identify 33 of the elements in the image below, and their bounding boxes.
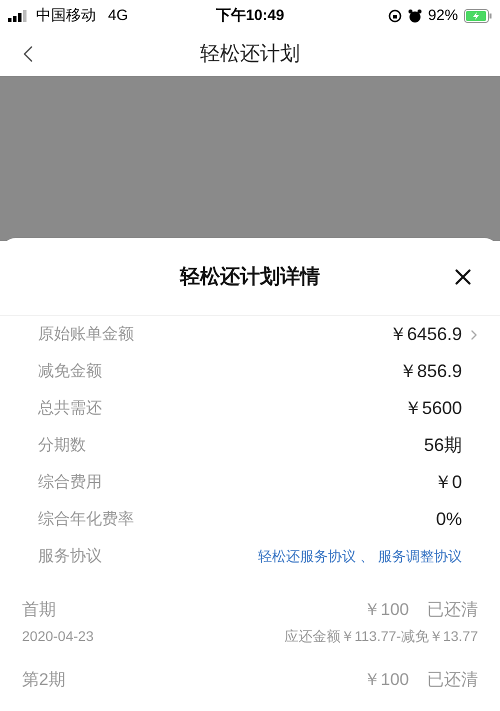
installment-status: 已还清 [427, 599, 478, 622]
detail-label: 分期数 [38, 436, 86, 456]
installment-amount: ￥100 [364, 599, 409, 622]
sheet-title: 轻松还计划详情 [180, 264, 320, 290]
installment-detail: 应还金额￥113.77-减免￥13.77 [284, 626, 478, 646]
clock: 下午10:49 [216, 6, 284, 26]
installment-date: 2020-04-23 [22, 626, 94, 646]
detail-value: 56期 [424, 434, 462, 457]
installment-label: 第2期 [22, 669, 66, 692]
detail-label: 减免金额 [38, 362, 102, 382]
agreement-link[interactable]: 轻松还服务协议 [258, 546, 356, 567]
agreement-link[interactable]: 服务调整协议 [378, 546, 462, 567]
battery-percent: 92% [428, 6, 458, 26]
battery-icon [464, 9, 492, 23]
rotation-lock-icon [388, 9, 402, 23]
page-title: 轻松还计划 [200, 42, 300, 67]
detail-value: ￥856.9 [398, 360, 462, 383]
detail-value: ￥5600 [404, 397, 462, 420]
detail-value: ￥6456.9 [388, 323, 462, 346]
separator-text: 、 [360, 547, 374, 566]
detail-label: 原始账单金额 [38, 324, 134, 344]
detail-label: 服务协议 [38, 546, 102, 566]
carrier-name: 中国移动 [36, 6, 96, 26]
detail-label: 总共需还 [38, 398, 102, 418]
detail-value: 0% [436, 508, 462, 531]
installment-status: 已还清 [427, 669, 478, 692]
network-type: 4G [108, 6, 128, 26]
installment-label: 首期 [22, 599, 56, 622]
detail-label: 综合年化费率 [38, 510, 134, 530]
alarm-icon [408, 9, 422, 23]
detail-value: ￥0 [434, 471, 462, 494]
detail-label: 综合费用 [38, 472, 102, 492]
installment-amount: ￥100 [364, 669, 409, 692]
